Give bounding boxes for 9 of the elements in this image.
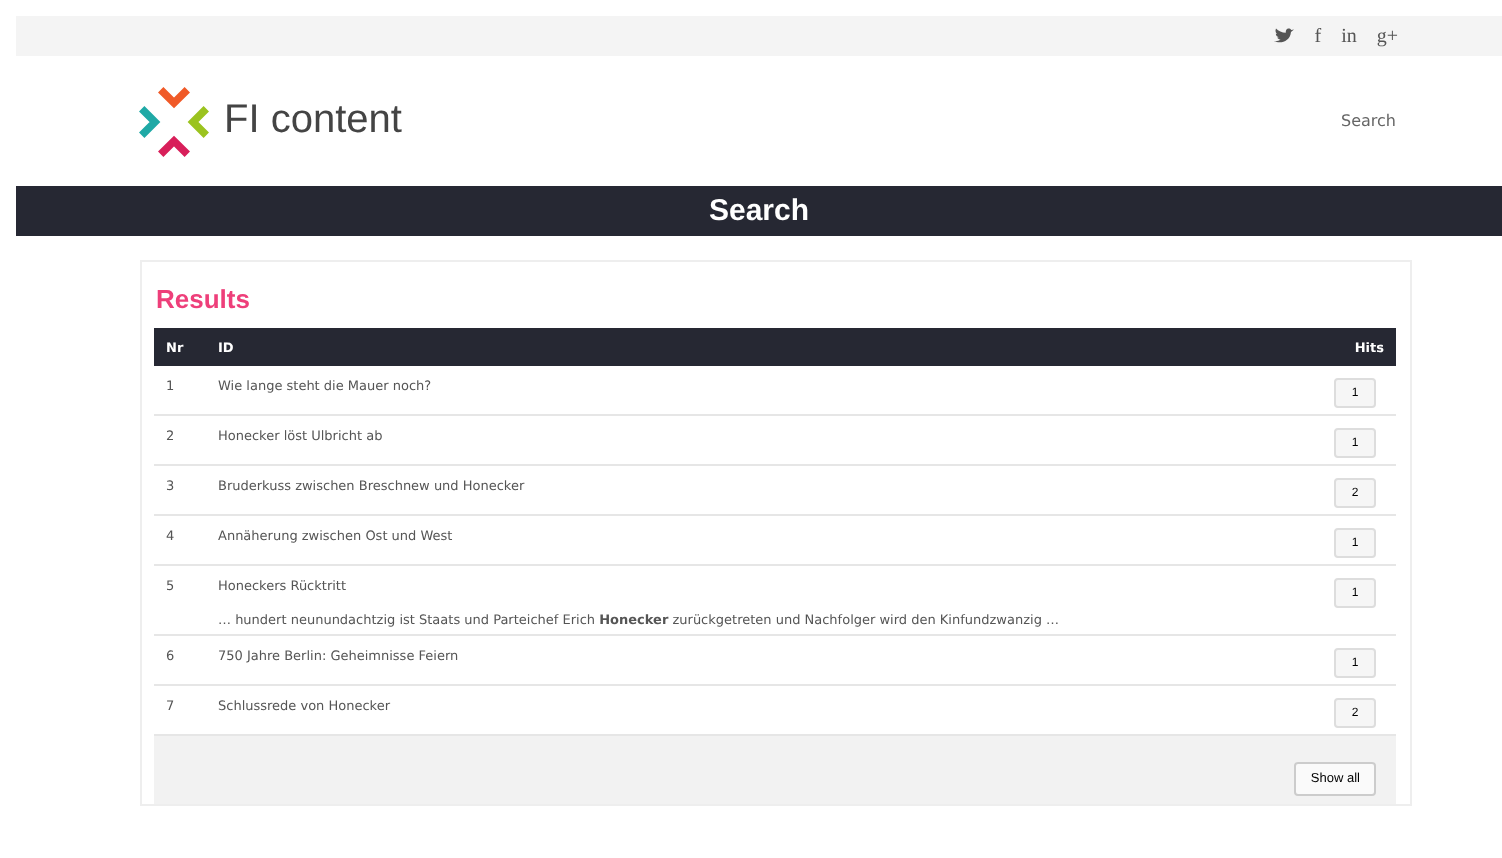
logo-icon [136, 83, 212, 159]
page-title: Search [708, 194, 810, 228]
results-heading: Results [156, 284, 252, 314]
social-link[interactable]: f [1314, 25, 1322, 47]
nav-link[interactable]: Search [1341, 112, 1396, 130]
social-link[interactable]: in [1341, 25, 1357, 47]
social-link[interactable]: g+ [1376, 25, 1398, 47]
bird-icon[interactable] [1274, 28, 1295, 44]
logo-text: FI content [224, 98, 402, 144]
